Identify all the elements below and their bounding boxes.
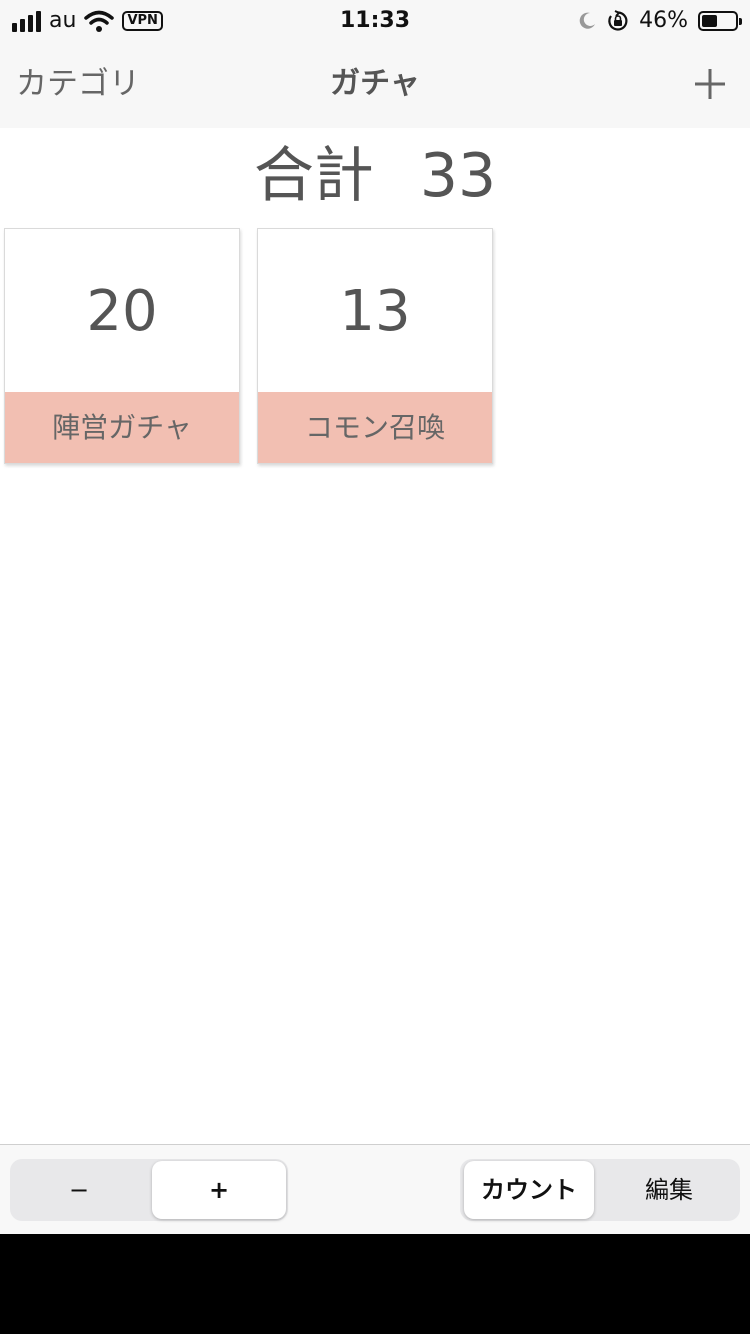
battery-nub <box>739 18 742 25</box>
battery-percent: 46% <box>639 8 688 33</box>
navigation-bar: カテゴリ ガチャ <box>0 44 750 128</box>
battery-icon <box>698 11 742 31</box>
counter-card[interactable]: 13 コモン召喚 <box>257 228 493 464</box>
step-segmented-control: − + <box>10 1159 288 1221</box>
minus-segment-button[interactable]: − <box>12 1161 146 1219</box>
app-screen: au VPN 11:33 46% カテゴリ ガチャ 合計 33 20 陣営ガチャ… <box>0 0 750 1234</box>
edit-mode-button[interactable]: 編集 <box>602 1161 736 1219</box>
counter-value: 20 <box>86 279 158 344</box>
mode-segmented-control: カウント 編集 <box>460 1159 740 1221</box>
plus-segment-button[interactable]: + <box>152 1161 286 1219</box>
status-right: 46% <box>577 6 742 36</box>
counter-label: 陣営ガチャ <box>5 392 239 463</box>
total-summary: 合計 33 <box>0 138 750 214</box>
moon-icon <box>579 12 596 29</box>
counter-card[interactable]: 20 陣営ガチャ <box>4 228 240 464</box>
total-label: 合計 <box>253 141 374 211</box>
battery-fill <box>702 15 717 27</box>
total-value: 33 <box>419 141 497 211</box>
status-bar: au VPN 11:33 46% <box>0 0 750 44</box>
counter-value: 13 <box>339 279 411 344</box>
home-indicator-area <box>0 1234 750 1334</box>
bottom-toolbar: − + カウント 編集 <box>0 1144 750 1234</box>
orientation-lock-icon <box>608 10 628 31</box>
plus-icon[interactable] <box>690 62 730 106</box>
page-title: ガチャ <box>330 66 420 101</box>
count-mode-button[interactable]: カウント <box>464 1161 594 1219</box>
counter-label: コモン召喚 <box>258 392 492 463</box>
